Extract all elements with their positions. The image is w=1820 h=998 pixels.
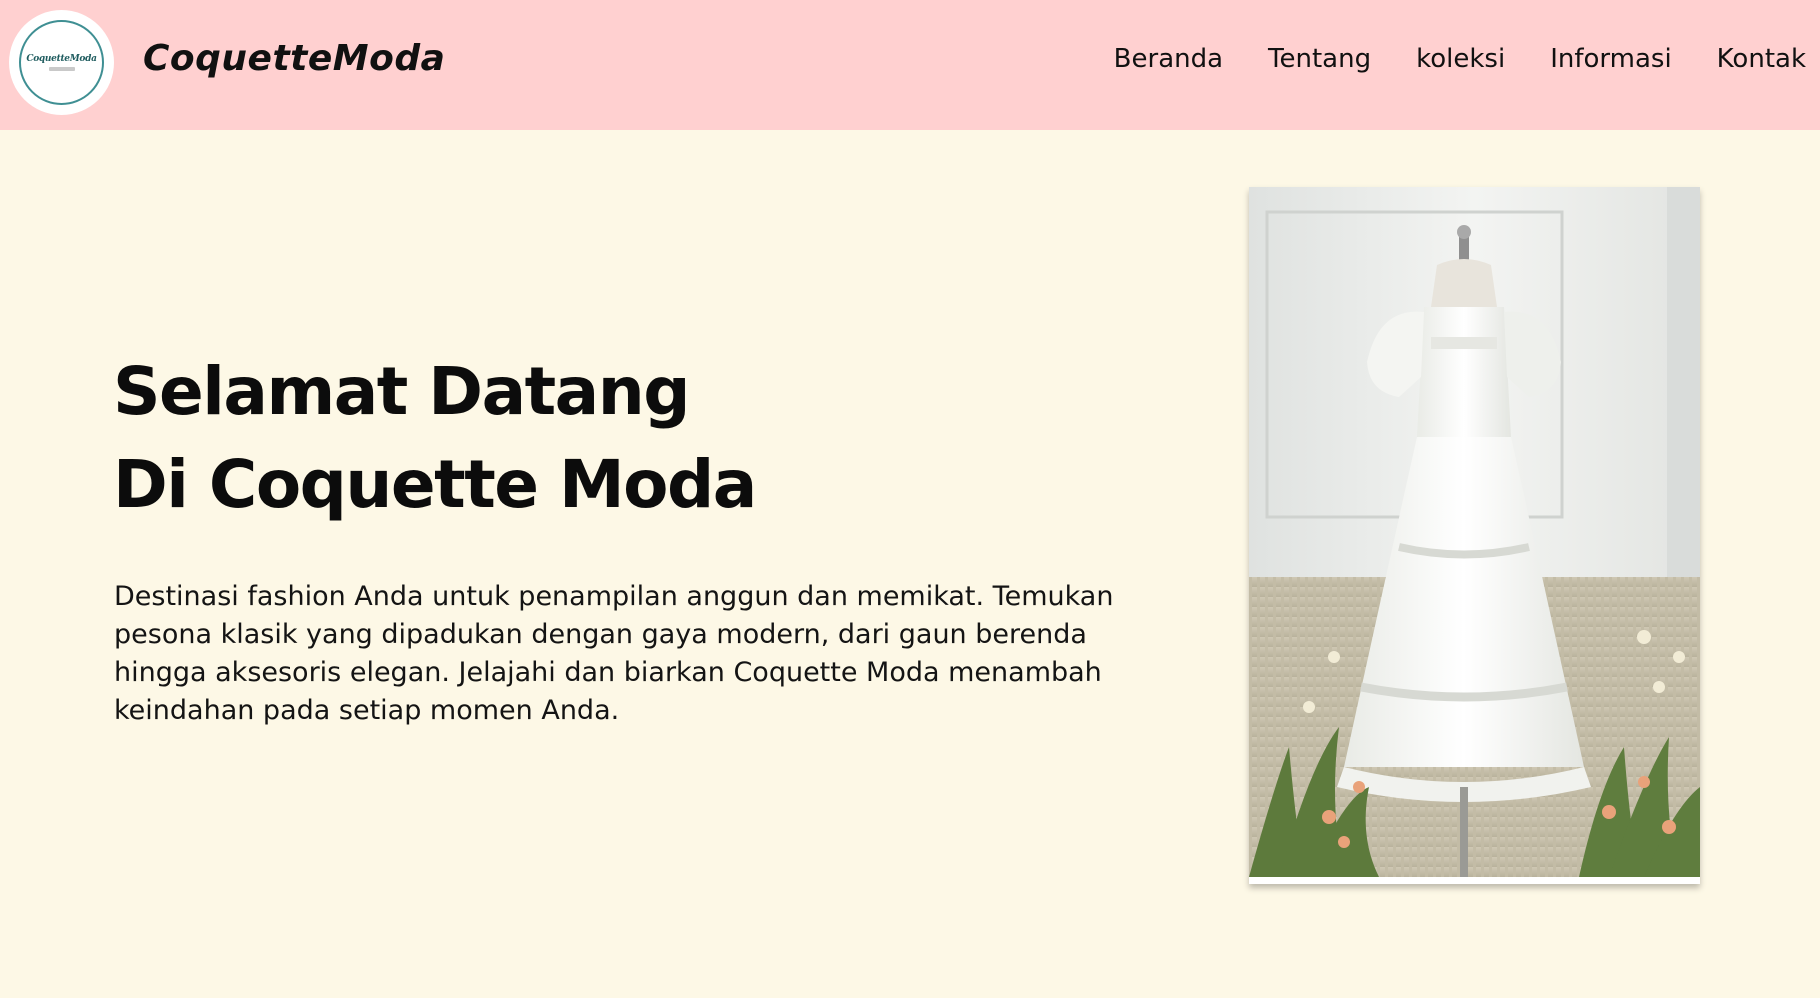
- hero-title: Selamat Datang Di Coquette Moda: [113, 345, 757, 531]
- dress-photo: [1249, 187, 1700, 884]
- logo-ring: CoquetteModa: [19, 20, 104, 105]
- hero-title-line-2: Di Coquette Moda: [113, 446, 757, 523]
- white-dress-photo-icon: [1249, 187, 1700, 877]
- navbar: CoquetteModa CoquetteModa Beranda Tentan…: [0, 0, 1820, 130]
- nav-link-beranda[interactable]: Beranda: [1114, 44, 1223, 74]
- main-nav: Beranda Tentang koleksi Informasi Kontak: [1114, 44, 1806, 74]
- logo-subtext-line: [48, 67, 75, 71]
- nav-link-tentang[interactable]: Tentang: [1268, 44, 1371, 74]
- nav-link-kontak[interactable]: Kontak: [1717, 44, 1806, 74]
- logo-text: CoquetteModa: [26, 54, 97, 64]
- hero-description: Destinasi fashion Anda untuk penampilan …: [114, 581, 1114, 726]
- nav-link-informasi[interactable]: Informasi: [1550, 44, 1671, 74]
- nav-link-koleksi[interactable]: koleksi: [1416, 44, 1505, 74]
- logo-icon[interactable]: CoquetteModa: [9, 10, 114, 115]
- brand-name[interactable]: CoquetteModa: [143, 38, 445, 79]
- hero-title-line-1: Selamat Datang: [113, 353, 690, 430]
